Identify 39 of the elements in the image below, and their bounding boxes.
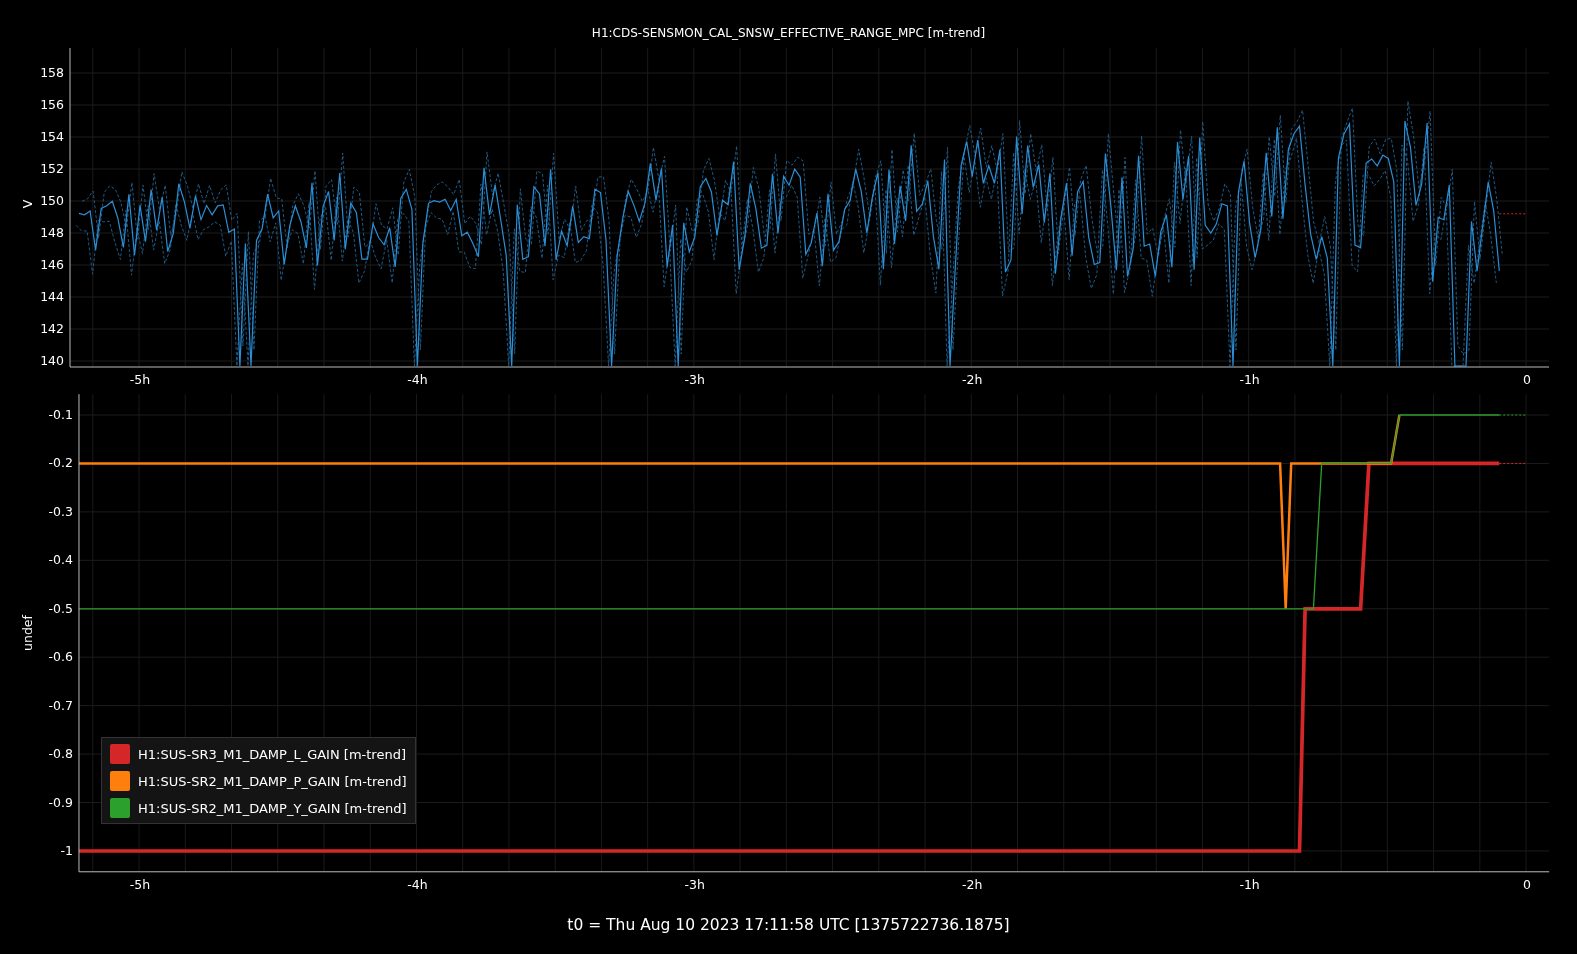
axis-tick-label: -3h bbox=[684, 877, 705, 892]
axis-tick-label: 0 bbox=[1523, 372, 1531, 387]
axis-tick-label: 156 bbox=[40, 97, 64, 112]
axis-tick-label: -0.5 bbox=[48, 600, 73, 616]
axis-tick-label: -0.2 bbox=[48, 455, 73, 471]
legend-label: H1:SUS-SR2_M1_DAMP_P_GAIN [m-trend] bbox=[138, 773, 407, 789]
axis-tick-label: -0.3 bbox=[48, 503, 73, 519]
axis-tick-label: -0.8 bbox=[48, 746, 73, 762]
axis-tick-label: 152 bbox=[40, 161, 64, 176]
axis-tick-label: -0.4 bbox=[48, 552, 73, 568]
axis-tick-label: 142 bbox=[40, 321, 64, 336]
axis-tick-label: -1h bbox=[1239, 877, 1260, 892]
axis-tick-label: 158 bbox=[40, 65, 64, 80]
axis-tick-label: -1 bbox=[60, 842, 73, 858]
axis-tick-label: -5h bbox=[129, 877, 151, 892]
legend-label: H1:SUS-SR2_M1_DAMP_Y_GAIN [m-trend] bbox=[138, 800, 407, 816]
axis-tick-label: -2h bbox=[962, 877, 983, 892]
axis-tick-label: 148 bbox=[40, 225, 64, 240]
axis-tick-label: -2h bbox=[962, 372, 983, 387]
axis-label: undef bbox=[20, 615, 35, 651]
axis-tick-label: -3h bbox=[684, 372, 705, 387]
axis-tick-label: 0 bbox=[1523, 877, 1531, 892]
axis-tick-label: -0.1 bbox=[48, 407, 73, 422]
time-origin-label: t0 = Thu Aug 10 2023 17:11:58 UTC [1375722736.1875] bbox=[566, 916, 1011, 934]
axis-tick-label: 154 bbox=[40, 129, 64, 144]
axis-tick-label: -4h bbox=[407, 877, 428, 892]
axis-tick-label: -1h bbox=[1239, 372, 1260, 387]
axis-tick-label: -0.9 bbox=[48, 794, 73, 810]
axis-tick-label: -5h bbox=[129, 372, 151, 387]
axis-tick-label: 140 bbox=[40, 353, 64, 368]
axis-tick-label: -0.6 bbox=[48, 649, 73, 665]
axis-tick-label: -4h bbox=[407, 372, 428, 387]
axis-label: V bbox=[20, 199, 35, 209]
axis-tick-label: 150 bbox=[40, 193, 64, 208]
axis-tick-label: 144 bbox=[40, 289, 64, 304]
legend-label: H1:SUS-SR3_M1_DAMP_L_GAIN [m-trend] bbox=[138, 746, 406, 762]
axis-tick-label: -0.7 bbox=[48, 697, 73, 713]
plot-title: H1:CDS-SENSMON_CAL_SNSW_EFFECTIVE_RANGE_MPC [m-trend] bbox=[590, 25, 987, 42]
axis-tick-label: 146 bbox=[40, 257, 64, 272]
